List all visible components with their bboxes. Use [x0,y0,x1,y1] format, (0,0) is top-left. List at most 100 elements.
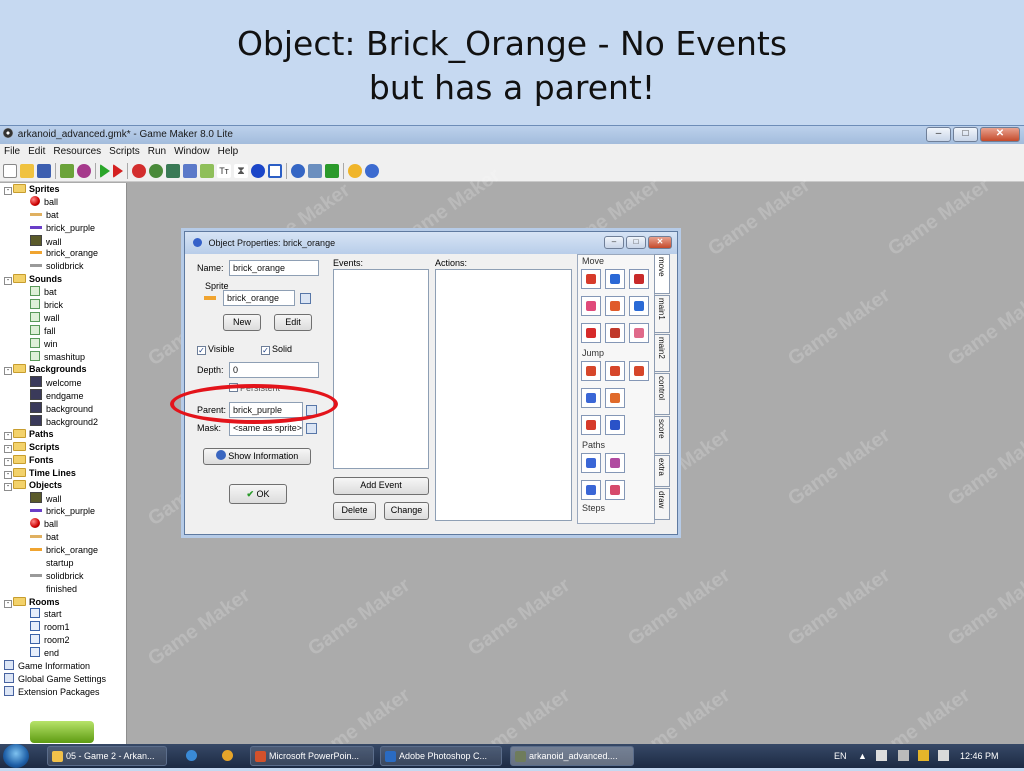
delete-event-button[interactable]: Delete [333,502,376,520]
tree-group[interactable]: - Scripts [0,441,126,454]
add-object-icon[interactable] [251,163,265,178]
open-folder-icon[interactable] [20,163,34,178]
taskbar-adobe-photoshop[interactable]: Adobe Photoshop C... [380,746,502,766]
advanced-mode-icon[interactable] [77,163,91,178]
tree-item[interactable]: background2 [0,415,126,428]
maximize-button[interactable]: □ [953,127,978,142]
tree-item[interactable]: brick_purple [0,222,126,235]
bounce-icon[interactable] [605,415,625,435]
tree-item[interactable]: wall [0,311,126,325]
expand-collapse-icon[interactable]: - [4,483,12,492]
new-file-icon[interactable] [3,163,17,178]
tree-item[interactable]: win [0,337,126,351]
events-list[interactable] [333,269,429,469]
taskbar-clock[interactable]: 12:46 PM [960,744,999,768]
expand-collapse-icon[interactable]: - [4,431,12,440]
minimize-button[interactable]: – [926,127,951,142]
tree-item[interactable]: wall [0,234,126,248]
tab-draw[interactable]: draw [654,488,670,520]
visible-checkbox[interactable]: ✓ Visible [197,344,234,355]
edit-sprite-button[interactable]: Edit [274,314,312,331]
tree-item[interactable]: end [0,647,126,660]
depth-input[interactable]: 0 [229,362,319,378]
tree-group[interactable]: - Paths [0,428,126,441]
change-event-button[interactable]: Change [384,502,429,520]
manual-icon[interactable] [348,163,362,178]
tree-item[interactable]: brick_orange [0,247,126,260]
new-sprite-button[interactable]: New [223,314,261,331]
show-hidden-icons-arrow[interactable]: ▲ [858,744,867,768]
expand-collapse-icon[interactable]: - [4,277,12,286]
expand-collapse-icon[interactable]: - [4,457,12,466]
device-tray-icon[interactable] [898,750,909,761]
expand-collapse-icon[interactable]: - [4,367,12,376]
tree-group[interactable]: - Objects [0,479,126,492]
end-path-icon[interactable] [605,453,625,473]
visible-check-mark[interactable]: ✓ [197,346,206,355]
tree-group[interactable]: - Sounds [0,273,126,286]
align-to-grid-icon[interactable] [581,388,601,408]
menu-edit[interactable]: Edit [24,144,49,160]
reverse-vertical-icon[interactable] [605,323,625,343]
set-path-icon[interactable] [581,453,601,473]
tree-item[interactable]: room2 [0,634,126,647]
tab-move[interactable]: move [654,254,670,294]
tab-score[interactable]: score [654,416,670,454]
tree-item[interactable]: bat [0,286,126,299]
tree-item[interactable]: background [0,402,126,415]
show-information-button[interactable]: Show Information [203,448,311,465]
tree-item[interactable]: room1 [0,621,126,634]
expand-collapse-icon[interactable]: - [4,470,12,479]
tree-item[interactable]: brick_purple [0,505,126,518]
tree-item[interactable]: Extension Packages [0,685,126,699]
sprite-menu-icon[interactable] [300,293,311,304]
tree-item[interactable]: brick_orange [0,544,126,557]
add-sound-icon[interactable] [149,163,163,178]
tree-item[interactable]: Game Information [0,659,126,673]
language-indicator[interactable]: EN [834,744,847,768]
tree-item[interactable]: finished [0,583,126,596]
dialog-close-button[interactable]: ✕ [648,236,672,249]
tree-item[interactable]: ball [0,518,126,531]
wrap-screen-icon[interactable] [605,388,625,408]
add-path-icon[interactable] [183,163,197,178]
menu-resources[interactable]: Resources [49,144,105,160]
tab-main2[interactable]: main2 [654,334,670,372]
tree-item[interactable]: smashitup [0,350,126,364]
save-icon[interactable] [37,163,51,178]
tab-control[interactable]: control [654,373,670,415]
taskbar-game-maker[interactable]: arkanoid_advanced.... [510,746,634,766]
extension-packages-icon[interactable] [325,163,339,178]
help-icon[interactable] [365,163,379,178]
ok-button[interactable]: ✔ OK [229,484,287,504]
create-executable-icon[interactable] [60,163,74,178]
taskbar-microsoft-powerpoint[interactable]: Microsoft PowerPoin... [250,746,374,766]
menu-file[interactable]: File [0,144,24,160]
taskbar-powerpoint-slide[interactable]: 05 - Game 2 - Arkan... [47,746,167,766]
solid-check-mark[interactable]: ✓ [261,346,270,355]
start-button[interactable] [3,744,29,768]
menu-help[interactable]: Help [214,144,243,160]
add-background-icon[interactable] [166,163,180,178]
add-room-icon[interactable] [268,163,282,178]
mask-menu-icon[interactable] [306,423,317,434]
debug-game-icon[interactable] [113,163,123,178]
tree-item[interactable]: welcome [0,376,126,389]
move-to-contact-icon[interactable] [581,415,601,435]
network-tray-icon[interactable] [918,750,929,761]
tree-item[interactable]: Global Game Settings [0,672,126,686]
global-settings-icon[interactable] [308,163,322,178]
add-event-button[interactable]: Add Event [333,477,429,495]
sprite-select[interactable]: brick_orange [223,290,295,306]
solid-checkbox[interactable]: ✓ Solid [261,344,292,355]
tree-item[interactable]: solidbrick [0,260,126,273]
add-sprite-icon[interactable] [132,163,146,178]
menu-window[interactable]: Window [170,144,214,160]
tree-item[interactable]: fall [0,324,126,338]
menu-scripts[interactable]: Scripts [105,144,144,160]
dialog-maximize-button[interactable]: □ [626,236,646,249]
tree-item[interactable]: bat [0,531,126,544]
reverse-horizontal-icon[interactable] [581,323,601,343]
add-timeline-icon[interactable]: ⧗ [234,163,248,178]
speed-vertical-icon[interactable] [605,296,625,316]
